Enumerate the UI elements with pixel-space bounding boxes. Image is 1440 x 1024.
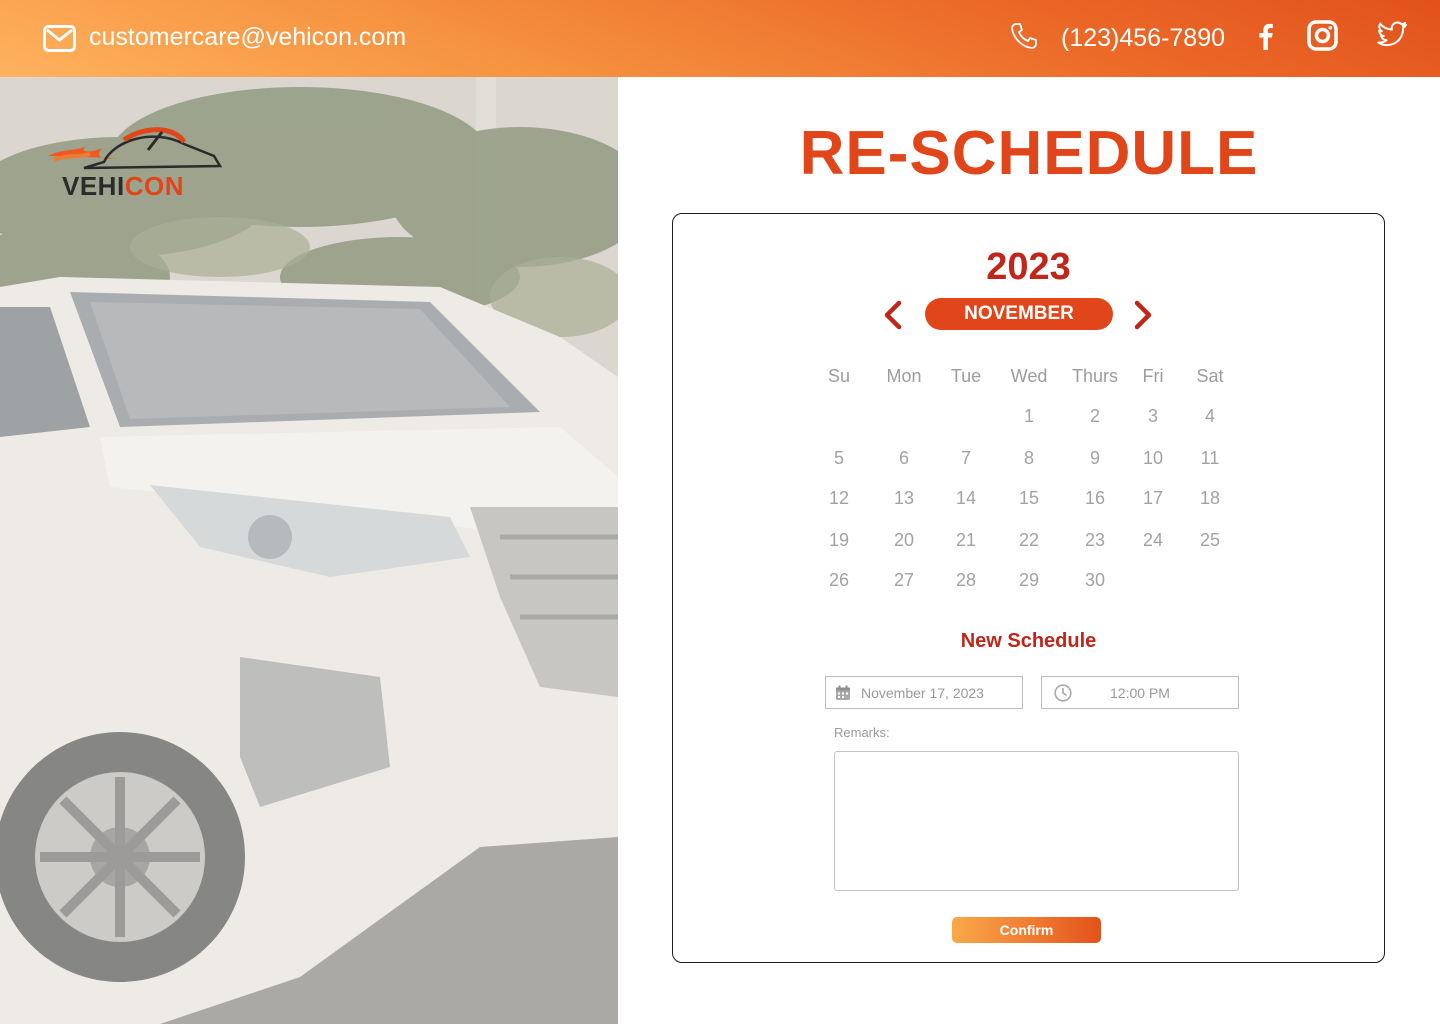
calendar-day[interactable]: 27 xyxy=(884,570,924,591)
twitter-icon[interactable] xyxy=(1377,20,1408,50)
top-contact-bar: customercare@vehicon.com (123)456-7890 xyxy=(0,0,1440,77)
calendar-day[interactable]: 12 xyxy=(819,488,859,509)
logo-text-part2: CON xyxy=(124,171,184,201)
calendar-day[interactable]: 13 xyxy=(884,488,924,509)
calendar-day[interactable]: 24 xyxy=(1133,530,1173,551)
calendar-day[interactable]: 14 xyxy=(946,488,986,509)
calendar-day[interactable]: 4 xyxy=(1190,406,1230,427)
vehicon-logo[interactable]: VEHICON xyxy=(44,122,229,202)
phone-link[interactable]: (123)456-7890 xyxy=(1061,24,1225,53)
calendar-day[interactable]: 23 xyxy=(1075,530,1115,551)
calendar-day[interactable]: 11 xyxy=(1190,448,1230,469)
weekday-header: Mon xyxy=(886,366,922,386)
calendar-day[interactable]: 30 xyxy=(1075,570,1115,591)
weekday-header: Thurs xyxy=(1071,366,1118,386)
calendar-day[interactable]: 26 xyxy=(819,570,859,591)
calendar-day[interactable]: 18 xyxy=(1190,488,1230,509)
instagram-icon[interactable] xyxy=(1307,20,1338,51)
calendar-day[interactable]: 1 xyxy=(1009,406,1049,427)
calendar-day[interactable]: 22 xyxy=(1009,530,1049,551)
month-selector[interactable]: NOVEMBER xyxy=(925,298,1113,330)
time-field[interactable]: 12:00 PM xyxy=(1041,676,1239,709)
calendar-day[interactable]: 17 xyxy=(1133,488,1173,509)
calendar-day[interactable]: 16 xyxy=(1075,488,1115,509)
calendar-day[interactable]: 3 xyxy=(1133,406,1173,427)
calendar-day[interactable]: 29 xyxy=(1009,570,1049,591)
calendar-day[interactable]: 15 xyxy=(1009,488,1049,509)
calendar-day[interactable]: 28 xyxy=(946,570,986,591)
image-overlay xyxy=(0,77,618,1024)
calendar-day[interactable]: 9 xyxy=(1075,448,1115,469)
weekday-header: Wed xyxy=(1010,366,1048,386)
weekday-header: Tue xyxy=(950,366,982,386)
remarks-label: Remarks: xyxy=(834,725,890,740)
logo-text-part1: VEHI xyxy=(62,171,125,201)
calendar-day[interactable]: 20 xyxy=(884,530,924,551)
remarks-textarea[interactable] xyxy=(834,751,1239,891)
calendar-day[interactable]: 25 xyxy=(1190,530,1230,551)
calendar-day[interactable]: 8 xyxy=(1009,448,1049,469)
calendar-day[interactable]: 7 xyxy=(946,448,986,469)
calendar-day[interactable]: 6 xyxy=(884,448,924,469)
calendar-day[interactable]: 5 xyxy=(819,448,859,469)
time-value: 12:00 PM xyxy=(1110,685,1170,701)
clock-icon xyxy=(1054,684,1072,702)
calendar-day[interactable]: 2 xyxy=(1075,406,1115,427)
phone-icon xyxy=(1011,23,1037,49)
next-month-button[interactable] xyxy=(1131,300,1155,330)
confirm-button[interactable]: Confirm xyxy=(952,917,1101,943)
weekday-header: Sat xyxy=(1196,366,1224,386)
hero-car-image: VEHICON xyxy=(0,77,618,1024)
facebook-icon[interactable] xyxy=(1256,22,1276,50)
page-title: RE-SCHEDULE xyxy=(799,119,1259,188)
calendar-year: 2023 xyxy=(986,246,1071,288)
date-field[interactable]: November 17, 2023 xyxy=(825,676,1023,709)
reschedule-card: 2023 NOVEMBER Su Mon Tue Wed Thurs Fri Sat 1 2 3 4… xyxy=(672,213,1385,963)
calendar-day[interactable]: 21 xyxy=(946,530,986,551)
weekday-header: Fri xyxy=(1142,366,1164,386)
mail-icon xyxy=(43,25,76,52)
calendar-icon xyxy=(836,685,850,700)
date-value: November 17, 2023 xyxy=(861,685,984,701)
weekday-header: Su xyxy=(827,366,851,386)
email-link[interactable]: customercare@vehicon.com xyxy=(89,23,406,52)
calendar-day[interactable]: 10 xyxy=(1133,448,1173,469)
calendar-day[interactable]: 19 xyxy=(819,530,859,551)
logo-wordmark: VEHICON xyxy=(62,171,184,202)
previous-month-button[interactable] xyxy=(881,300,905,330)
new-schedule-heading: New Schedule xyxy=(960,630,1097,652)
